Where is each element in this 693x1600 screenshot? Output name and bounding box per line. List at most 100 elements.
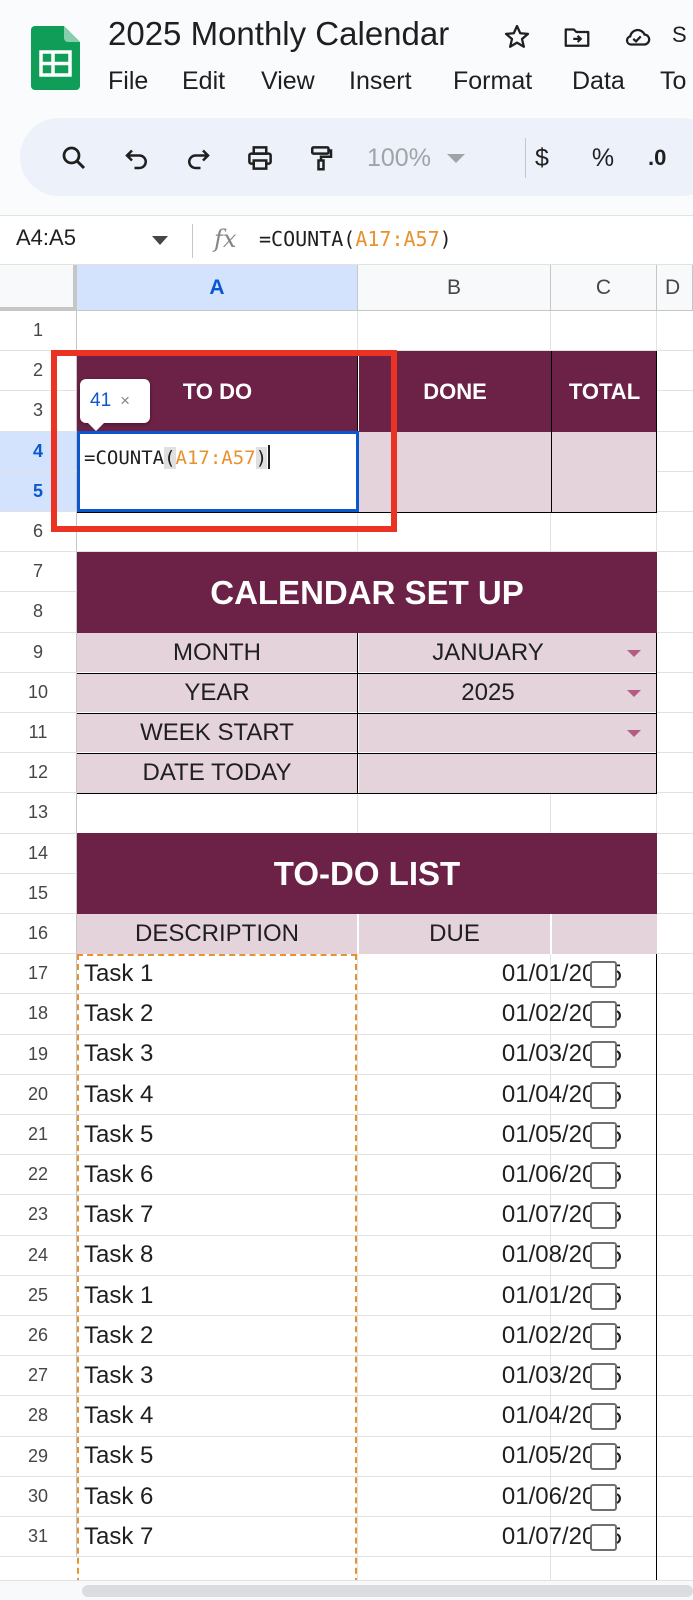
row-header-12[interactable]: 12 bbox=[0, 753, 77, 794]
row-header-16[interactable]: 16 bbox=[0, 914, 77, 955]
move-folder-icon[interactable] bbox=[560, 20, 594, 54]
column-header-c[interactable]: C bbox=[551, 265, 657, 311]
task-due-date[interactable]: 01/07/2025 bbox=[358, 1195, 622, 1235]
menu-data[interactable]: Data bbox=[572, 64, 625, 98]
task-checkbox[interactable] bbox=[590, 1041, 617, 1069]
row-header-9[interactable]: 9 bbox=[0, 632, 77, 673]
column-header-a[interactable]: A bbox=[77, 265, 358, 311]
total-header-cell[interactable]: TOTAL bbox=[552, 351, 657, 432]
task-due-date[interactable]: 01/03/2025 bbox=[358, 1356, 622, 1396]
week-start-dropdown[interactable] bbox=[358, 713, 618, 753]
row-header-30[interactable]: 30 bbox=[0, 1476, 77, 1517]
task-due-date[interactable]: 01/07/2025 bbox=[358, 1517, 622, 1557]
column-header-d[interactable]: D bbox=[657, 265, 693, 311]
row-header-13[interactable]: 13 bbox=[0, 793, 77, 834]
currency-format-button[interactable]: $ bbox=[530, 138, 554, 178]
redo-icon[interactable] bbox=[178, 138, 218, 178]
row-header-19[interactable]: 19 bbox=[0, 1034, 77, 1075]
cloud-status-icon[interactable] bbox=[620, 20, 654, 54]
search-icon[interactable] bbox=[54, 138, 94, 178]
task-checkbox[interactable] bbox=[590, 1162, 617, 1189]
task-checkbox[interactable] bbox=[590, 1081, 617, 1109]
decrease-decimal-button[interactable]: .0 bbox=[648, 138, 688, 178]
row-header-24[interactable]: 24 bbox=[0, 1235, 77, 1276]
task-checkbox[interactable] bbox=[590, 1443, 617, 1471]
row-header-23[interactable]: 23 bbox=[0, 1195, 77, 1236]
month-dropdown[interactable]: JANUARY bbox=[358, 633, 618, 673]
name-box[interactable]: A4:A5 bbox=[16, 225, 76, 251]
task-checkbox[interactable] bbox=[590, 961, 617, 988]
row-header-15[interactable]: 15 bbox=[0, 873, 77, 914]
task-checkbox[interactable] bbox=[590, 1363, 617, 1390]
row-header-10[interactable]: 10 bbox=[0, 672, 77, 713]
row-header-1[interactable]: 1 bbox=[0, 311, 77, 352]
spreadsheet-grid[interactable]: A B C D 1 2 3 4 5 6 7 8 9 10 11 12 13 14 15 16 17 18 19 20 2… bbox=[0, 265, 693, 1600]
dropdown-arrow-icon[interactable] bbox=[627, 690, 641, 697]
row-header-22[interactable]: 22 bbox=[0, 1155, 77, 1196]
task-due-date[interactable]: 01/05/2025 bbox=[358, 1436, 622, 1476]
task-checkbox[interactable] bbox=[590, 1483, 617, 1511]
document-title[interactable]: 2025 Monthly Calendar bbox=[108, 14, 449, 54]
print-icon[interactable] bbox=[240, 138, 280, 178]
undo-icon[interactable] bbox=[117, 138, 157, 178]
row-header-14[interactable]: 14 bbox=[0, 833, 77, 874]
task-checkbox[interactable] bbox=[590, 1001, 617, 1029]
task-due-date[interactable]: 01/01/2025 bbox=[358, 954, 622, 994]
scrollbar-thumb[interactable] bbox=[82, 1585, 693, 1597]
row-header-7[interactable]: 7 bbox=[0, 552, 77, 593]
row-header-27[interactable]: 27 bbox=[0, 1356, 77, 1397]
task-due-date[interactable]: 01/02/2025 bbox=[358, 1316, 622, 1356]
row-header-11[interactable]: 11 bbox=[0, 713, 77, 754]
total-count-cell[interactable] bbox=[552, 432, 657, 512]
row-header-26[interactable]: 26 bbox=[0, 1316, 77, 1357]
task-due-date[interactable]: 01/06/2025 bbox=[358, 1155, 622, 1195]
row-header-29[interactable]: 29 bbox=[0, 1436, 77, 1477]
percent-format-button[interactable]: % bbox=[589, 138, 617, 178]
task-checkbox[interactable] bbox=[590, 1121, 617, 1149]
select-all-corner[interactable] bbox=[0, 265, 77, 311]
task-due-date[interactable]: 01/04/2025 bbox=[358, 1396, 622, 1436]
column-header-b[interactable]: B bbox=[358, 265, 551, 311]
star-icon[interactable] bbox=[500, 20, 534, 54]
task-checkbox[interactable] bbox=[590, 1202, 617, 1230]
todo-list-title[interactable]: TO-DO LIST bbox=[77, 833, 657, 914]
row-header-20[interactable]: 20 bbox=[0, 1074, 77, 1115]
task-checkbox[interactable] bbox=[590, 1242, 617, 1270]
date-today-value[interactable] bbox=[358, 753, 656, 793]
share-label-cut[interactable]: S bbox=[672, 22, 687, 48]
horizontal-scrollbar[interactable] bbox=[0, 1580, 693, 1600]
task-due-date[interactable]: 01/05/2025 bbox=[358, 1115, 622, 1155]
row-header-28[interactable]: 28 bbox=[0, 1396, 77, 1437]
task-due-date[interactable]: 01/06/2025 bbox=[358, 1477, 622, 1517]
menu-insert[interactable]: Insert bbox=[349, 64, 412, 98]
sheets-logo-icon[interactable] bbox=[31, 26, 80, 90]
formula-input[interactable]: =COUNTA(A17:A57) bbox=[259, 227, 452, 251]
task-due-date[interactable]: 01/03/2025 bbox=[358, 1034, 622, 1074]
task-due-date[interactable]: 01/01/2025 bbox=[358, 1276, 622, 1316]
task-checkbox[interactable] bbox=[590, 1282, 617, 1310]
menu-edit[interactable]: Edit bbox=[182, 64, 225, 98]
task-due-date[interactable]: 01/08/2025 bbox=[358, 1235, 622, 1275]
task-checkbox[interactable] bbox=[590, 1523, 617, 1551]
menu-format[interactable]: Format bbox=[453, 64, 532, 98]
row-header-25[interactable]: 25 bbox=[0, 1275, 77, 1316]
task-checkbox[interactable] bbox=[590, 1322, 617, 1350]
paint-format-icon[interactable] bbox=[301, 138, 341, 178]
calendar-setup-title[interactable]: CALENDAR SET UP bbox=[77, 552, 657, 633]
row-header-21[interactable]: 21 bbox=[0, 1115, 77, 1156]
zoom-select[interactable]: 100% bbox=[367, 138, 497, 178]
task-due-date[interactable]: 01/02/2025 bbox=[358, 994, 622, 1034]
chevron-down-icon[interactable] bbox=[152, 236, 168, 245]
row-header-18[interactable]: 18 bbox=[0, 994, 77, 1035]
task-due-date[interactable]: 01/04/2025 bbox=[358, 1075, 622, 1115]
row-header-8[interactable]: 8 bbox=[0, 592, 77, 633]
row-header-17[interactable]: 17 bbox=[0, 954, 77, 995]
menu-file[interactable]: File bbox=[108, 64, 148, 98]
task-checkbox[interactable] bbox=[590, 1403, 617, 1431]
dropdown-arrow-icon[interactable] bbox=[627, 730, 641, 737]
menu-tools[interactable]: To bbox=[660, 64, 686, 98]
menu-view[interactable]: View bbox=[261, 64, 315, 98]
dropdown-arrow-icon[interactable] bbox=[627, 650, 641, 657]
row-header-31[interactable]: 31 bbox=[0, 1517, 77, 1558]
year-dropdown[interactable]: 2025 bbox=[358, 673, 618, 713]
